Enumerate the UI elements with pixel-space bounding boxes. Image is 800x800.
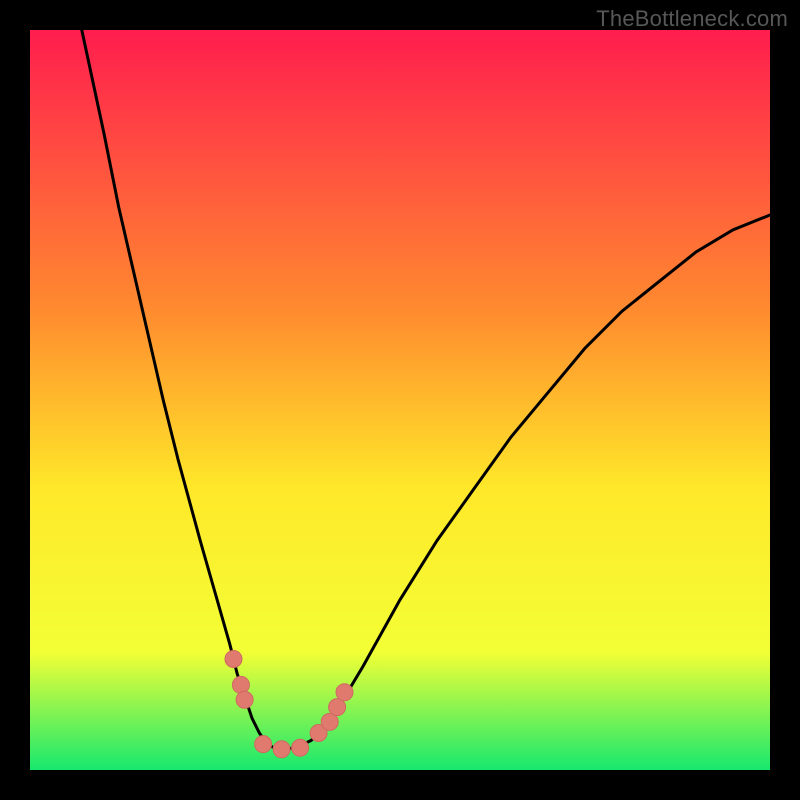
- data-point: [292, 739, 309, 756]
- chart-frame: TheBottleneck.com: [0, 0, 800, 800]
- data-point: [225, 651, 242, 668]
- data-point: [273, 741, 290, 758]
- data-point: [255, 736, 272, 753]
- gradient-bg: [30, 30, 770, 770]
- chart-svg: [30, 30, 770, 770]
- plot-area: [30, 30, 770, 770]
- data-point: [336, 684, 353, 701]
- data-point: [232, 676, 249, 693]
- watermark-text: TheBottleneck.com: [596, 6, 788, 32]
- data-point: [236, 691, 253, 708]
